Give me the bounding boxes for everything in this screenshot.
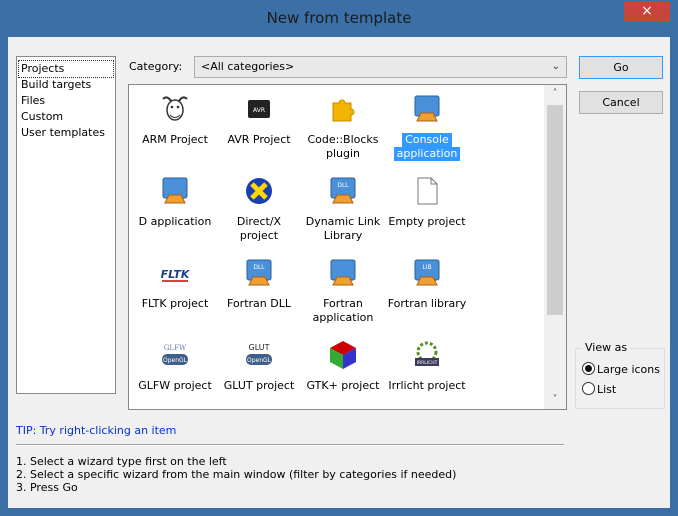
svg-text:AVR: AVR <box>253 107 265 114</box>
svg-text:LIB: LIB <box>422 264 431 271</box>
template-label: AVR Project <box>227 133 291 146</box>
fortran-app-icon <box>330 259 356 286</box>
template-label: GLFW project <box>138 379 212 392</box>
chevron-down-icon: ⌄ <box>551 61 560 72</box>
svg-text:DLL: DLL <box>253 264 265 271</box>
template-empty-project[interactable]: Empty project <box>385 171 469 251</box>
template-label: Console application <box>385 133 469 161</box>
title-bar[interactable]: New from template × <box>0 0 678 37</box>
template-type-files[interactable]: Files <box>17 93 115 109</box>
scroll-down-icon[interactable]: ˅ <box>544 391 566 409</box>
category-label: Category: <box>129 60 183 73</box>
console-app-icon <box>414 95 440 122</box>
tip-text: TIP: Try right-clicking an item <box>16 424 177 437</box>
glfw-icon: GLFW OpenGL <box>162 344 188 365</box>
template-gtk-project[interactable]: GTK+ project <box>301 335 385 409</box>
glut-icon: GLUT OpenGL <box>246 343 272 365</box>
template-label: Direct/X project <box>236 215 282 242</box>
go-button[interactable]: Go <box>579 56 663 79</box>
gnu-icon <box>162 96 188 121</box>
svg-text:GLFW: GLFW <box>164 344 187 352</box>
directx-icon <box>246 178 272 204</box>
template-label: Fortran library <box>387 297 467 310</box>
dll-icon: DLL <box>330 177 356 204</box>
svg-text:DLL: DLL <box>337 182 349 189</box>
fltk-icon: FLTK <box>161 268 191 282</box>
template-directx-project[interactable]: Direct/X project <box>217 171 301 251</box>
template-grid: ARM Project AVR AVR Project Code::Blocks… <box>128 84 567 410</box>
template-codeblocks-plugin[interactable]: Code::Blocks plugin <box>301 89 385 169</box>
template-label: Fortran application <box>312 297 374 324</box>
fortran-dll-icon: DLL <box>246 259 272 286</box>
radio-selected-icon <box>582 362 595 375</box>
template-d-application[interactable]: D application <box>133 171 217 251</box>
gtk-icon <box>330 341 356 369</box>
instruction-step: 3. Press Go <box>16 481 78 494</box>
d-app-icon <box>162 177 188 204</box>
template-type-custom[interactable]: Custom <box>17 109 115 125</box>
template-type-list[interactable]: Projects Build targets Files Custom User… <box>16 56 116 394</box>
close-icon: × <box>641 3 653 19</box>
template-fortran-dll[interactable]: DLL Fortran DLL <box>217 253 301 333</box>
template-dynamic-link-library[interactable]: DLL Dynamic Link Library <box>301 171 385 251</box>
radio-list[interactable]: List <box>582 382 616 396</box>
svg-text:OpenGL: OpenGL <box>163 357 188 364</box>
avr-chip-icon: AVR <box>248 100 270 118</box>
category-dropdown[interactable]: <All categories> ⌄ <box>194 56 567 78</box>
template-label: FLTK project <box>141 297 209 310</box>
template-glut-project[interactable]: GLUT OpenGL GLUT project <box>217 335 301 409</box>
template-fortran-application[interactable]: Fortran application <box>301 253 385 333</box>
template-irrlicht-project[interactable]: IRRLICHT Irrlicht project <box>385 335 469 409</box>
svg-text:IRRLICHT: IRRLICHT <box>417 360 438 366</box>
template-label: Dynamic Link Library <box>305 215 381 242</box>
instruction-step: 1. Select a wizard type first on the lef… <box>16 455 227 468</box>
template-type-build-targets[interactable]: Build targets <box>17 77 115 93</box>
template-label: GTK+ project <box>306 379 380 392</box>
radio-unselected-icon <box>582 382 595 395</box>
empty-file-icon <box>417 177 438 205</box>
svg-text:GLUT: GLUT <box>249 343 270 352</box>
scrollbar-thumb[interactable] <box>547 105 563 315</box>
svg-text:FLTK: FLTK <box>161 268 191 281</box>
template-arm-project[interactable]: ARM Project <box>133 89 217 169</box>
template-console-application[interactable]: Console application <box>385 89 469 169</box>
template-type-projects[interactable]: Projects <box>18 60 114 78</box>
instruction-step: 2. Select a specific wizard from the mai… <box>16 468 457 481</box>
template-type-user-templates[interactable]: User templates <box>17 125 115 141</box>
template-fltk-project[interactable]: FLTK FLTK project <box>133 253 217 333</box>
radio-large-icons[interactable]: Large icons <box>582 362 660 376</box>
template-glfw-project[interactable]: GLFW OpenGL GLFW project <box>133 335 217 409</box>
window-title: New from template <box>266 9 412 27</box>
view-as-legend: View as <box>582 341 631 354</box>
template-label: ARM Project <box>142 133 208 146</box>
template-avr-project[interactable]: AVR AVR Project <box>217 89 301 169</box>
cancel-button[interactable]: Cancel <box>579 91 663 114</box>
template-fortran-library[interactable]: LIB Fortran library <box>385 253 469 333</box>
irrlicht-icon: IRRLICHT <box>415 341 439 366</box>
template-label: Fortran DLL <box>227 297 291 310</box>
scroll-up-icon[interactable]: ˄ <box>544 85 566 103</box>
fortran-lib-icon: LIB <box>414 259 440 286</box>
template-label: Code::Blocks plugin <box>307 133 379 160</box>
instructions: 1. Select a wizard type first on the lef… <box>16 455 456 494</box>
template-label: Empty project <box>388 215 466 228</box>
view-as-group: View as Large icons List <box>575 341 665 409</box>
svg-text:OpenGL: OpenGL <box>247 357 272 364</box>
template-label: D application <box>138 215 212 228</box>
close-button[interactable]: × <box>624 1 670 22</box>
template-grid-scrollbar[interactable]: ˄ ˅ <box>544 85 566 409</box>
puzzle-plugin-icon <box>332 99 355 122</box>
template-label: GLUT project <box>223 379 295 392</box>
divider <box>16 444 564 446</box>
category-dropdown-value: <All categories> <box>201 60 295 73</box>
template-label: Irrlicht project <box>388 379 466 392</box>
